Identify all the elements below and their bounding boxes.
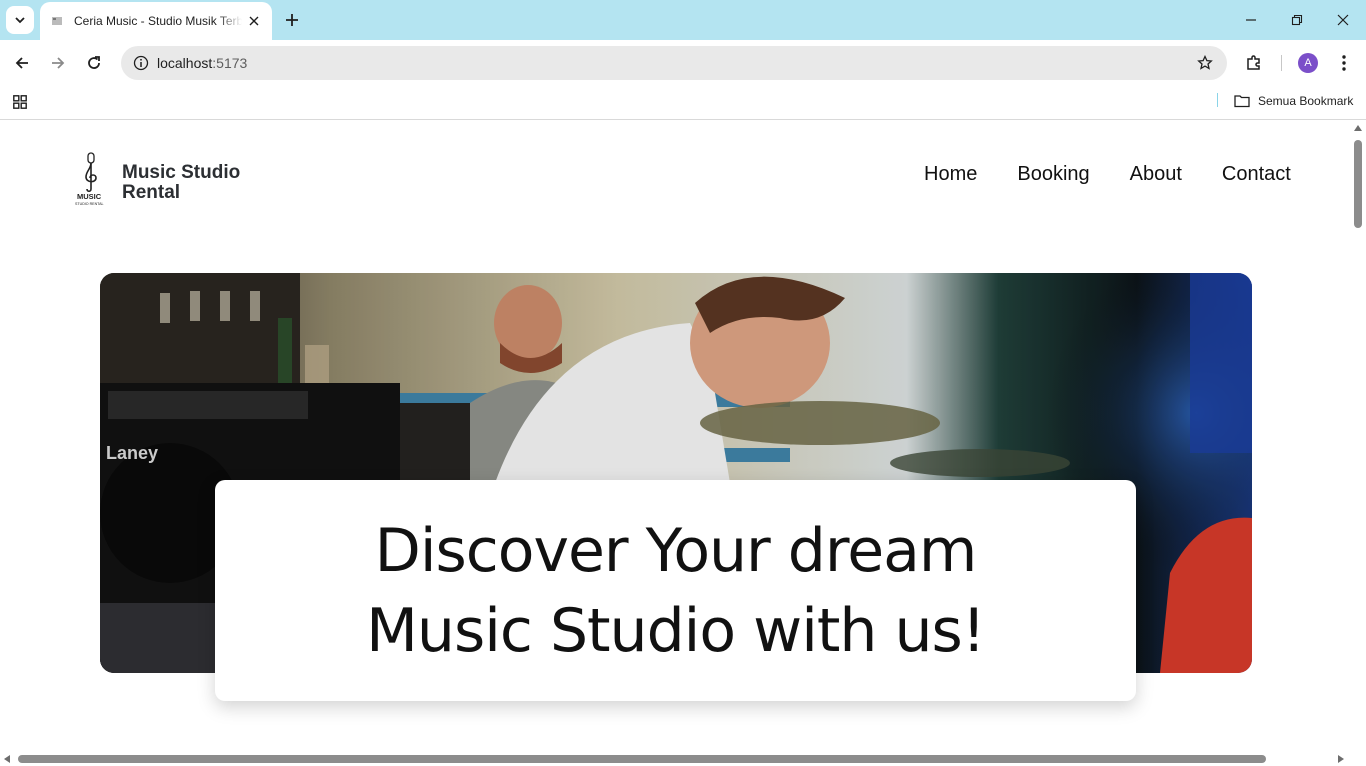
hero-headline-card: Discover Your dream Music Studio with us… xyxy=(215,480,1136,701)
chevron-down-icon xyxy=(15,17,25,24)
bookmark-star-icon[interactable] xyxy=(1195,53,1215,73)
vertical-scroll-thumb[interactable] xyxy=(1354,140,1362,228)
scroll-right-arrow-icon[interactable] xyxy=(1338,755,1344,763)
nav-link-about[interactable]: About xyxy=(1130,163,1182,186)
extensions-button[interactable] xyxy=(1240,49,1268,77)
horizontal-scrollbar[interactable] xyxy=(0,752,1366,766)
logo-wordmark: Music Studio Rental xyxy=(122,163,240,203)
browser-menu-button[interactable] xyxy=(1330,49,1358,77)
browser-tab-active[interactable]: Ceria Music - Studio Musik Terbaik xyxy=(40,2,272,40)
puzzle-icon xyxy=(1247,55,1260,70)
nav-link-booking[interactable]: Booking xyxy=(1017,163,1089,186)
url-text[interactable]: localhost:5173 xyxy=(157,55,247,71)
restore-window-button[interactable] xyxy=(1274,0,1320,40)
address-bar[interactable]: localhost:5173 xyxy=(121,46,1227,80)
browser-tab-strip: Ceria Music - Studio Musik Terbaik xyxy=(0,0,1366,40)
all-bookmarks-label: Semua Bookmark xyxy=(1258,94,1354,108)
treble-clef-microphone-icon: MUSIC STUDIO RENTAL xyxy=(75,152,104,206)
new-tab-button[interactable] xyxy=(280,8,304,32)
close-tab-icon[interactable] xyxy=(244,11,264,31)
bookmarks-divider xyxy=(1217,93,1218,107)
all-bookmarks-button[interactable]: Semua Bookmark xyxy=(1234,91,1353,111)
tab-title: Ceria Music - Studio Musik Terbaik xyxy=(74,14,242,28)
logo-line-2: Rental xyxy=(122,182,181,203)
close-window-button[interactable] xyxy=(1320,0,1366,40)
arrow-left-icon xyxy=(15,57,28,69)
plus-icon xyxy=(286,14,298,26)
minimize-window-button[interactable] xyxy=(1228,0,1274,40)
reload-button[interactable] xyxy=(80,49,108,77)
tab-search-button[interactable] xyxy=(6,6,34,34)
vertical-scrollbar[interactable] xyxy=(1350,121,1366,752)
main-navigation: Home Booking About Contact xyxy=(924,163,1291,186)
page-viewport: MUSIC STUDIO RENTAL Music Studio Rental … xyxy=(0,121,1350,752)
scroll-left-arrow-icon[interactable] xyxy=(4,755,10,763)
arrow-right-icon xyxy=(52,57,65,69)
url-port: :5173 xyxy=(212,55,248,71)
back-button[interactable] xyxy=(8,49,36,77)
hero-headline-line-1: Discover Your dream xyxy=(374,515,978,586)
restore-icon xyxy=(1291,14,1303,26)
horizontal-scroll-thumb[interactable] xyxy=(18,755,1266,763)
bookmarks-bar: Semua Bookmark xyxy=(0,86,1366,120)
minimize-icon xyxy=(1246,19,1256,21)
logo-mark-subtext: STUDIO RENTAL xyxy=(75,202,104,206)
apps-grid-icon[interactable] xyxy=(10,92,30,112)
close-icon xyxy=(1337,14,1349,26)
browser-toolbar: localhost:5173 xyxy=(0,40,1366,86)
toolbar-divider xyxy=(1281,55,1282,71)
hero-headline-line-2: Music Studio with us! xyxy=(366,595,986,666)
site-favicon-icon xyxy=(50,14,64,28)
profile-avatar[interactable]: A xyxy=(1298,53,1318,73)
site-logo[interactable]: MUSIC STUDIO RENTAL Music Studio Rental xyxy=(74,151,254,211)
logo-mark-text: MUSIC xyxy=(77,192,102,201)
site-info-icon[interactable] xyxy=(131,53,151,73)
kebab-menu-icon xyxy=(1342,55,1346,71)
logo-line-1: Music Studio xyxy=(122,162,241,183)
reload-icon xyxy=(88,56,100,69)
scroll-up-arrow-icon[interactable] xyxy=(1354,125,1362,131)
forward-button[interactable] xyxy=(44,49,72,77)
nav-link-contact[interactable]: Contact xyxy=(1222,163,1291,186)
url-host: localhost xyxy=(157,55,213,71)
folder-icon xyxy=(1234,94,1250,108)
nav-link-home[interactable]: Home xyxy=(924,163,977,186)
